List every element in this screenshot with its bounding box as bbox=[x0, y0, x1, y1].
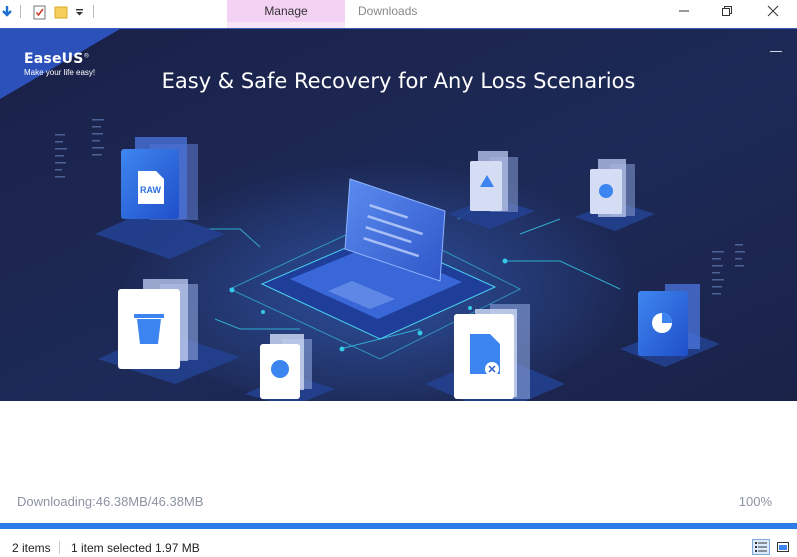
explorer-statusbar: 2 items 1 item selected 1.97 MB bbox=[0, 536, 797, 557]
screen: Manage Downloads RAW EaseUS® Make your l… bbox=[0, 0, 797, 557]
status-divider bbox=[59, 541, 60, 554]
status-selection: 1 item selected 1.97 MB bbox=[71, 541, 200, 555]
customize-dropdown-icon[interactable] bbox=[73, 3, 85, 21]
window-minimize-button[interactable] bbox=[661, 0, 707, 22]
minimize-icon bbox=[679, 10, 689, 12]
download-arrow-icon[interactable] bbox=[0, 3, 14, 21]
installer-minimize-button[interactable] bbox=[770, 51, 782, 52]
restore-icon bbox=[722, 6, 732, 16]
raw-tile-label: RAW bbox=[140, 185, 162, 195]
easeus-installer-window: RAW EaseUS® Make your life easy! Easy & … bbox=[0, 28, 797, 529]
download-status-text: Downloading:46.38MB/46.38MB bbox=[17, 494, 204, 509]
download-progress-bar bbox=[0, 523, 797, 529]
brand-name: EaseUS bbox=[24, 51, 84, 67]
status-item-count: 2 items bbox=[12, 541, 51, 555]
qa-divider bbox=[20, 5, 21, 18]
qa-divider bbox=[93, 5, 94, 18]
tab-manage[interactable]: Manage bbox=[227, 0, 345, 22]
window-close-button[interactable] bbox=[750, 0, 796, 22]
download-percent: 100% bbox=[738, 494, 772, 509]
logo-wordmark: EaseUS® bbox=[24, 51, 95, 67]
brand-mark: ® bbox=[83, 52, 90, 60]
properties-check-icon[interactable] bbox=[31, 3, 47, 21]
close-icon bbox=[767, 5, 779, 17]
explorer-titlebar: Manage Downloads bbox=[0, 0, 797, 28]
window-restore-button[interactable] bbox=[704, 0, 750, 22]
tab-downloads[interactable]: Downloads bbox=[358, 4, 417, 18]
large-icons-view-icon[interactable] bbox=[774, 539, 792, 555]
details-view-icon[interactable] bbox=[752, 539, 770, 555]
download-progress-fill bbox=[0, 523, 797, 529]
new-folder-icon[interactable] bbox=[53, 3, 69, 21]
installer-banner: RAW EaseUS® Make your life easy! Easy & … bbox=[0, 29, 797, 401]
tab-manage-label: Manage bbox=[264, 4, 308, 18]
banner-headline: Easy & Safe Recovery for Any Loss Scenar… bbox=[161, 69, 636, 93]
